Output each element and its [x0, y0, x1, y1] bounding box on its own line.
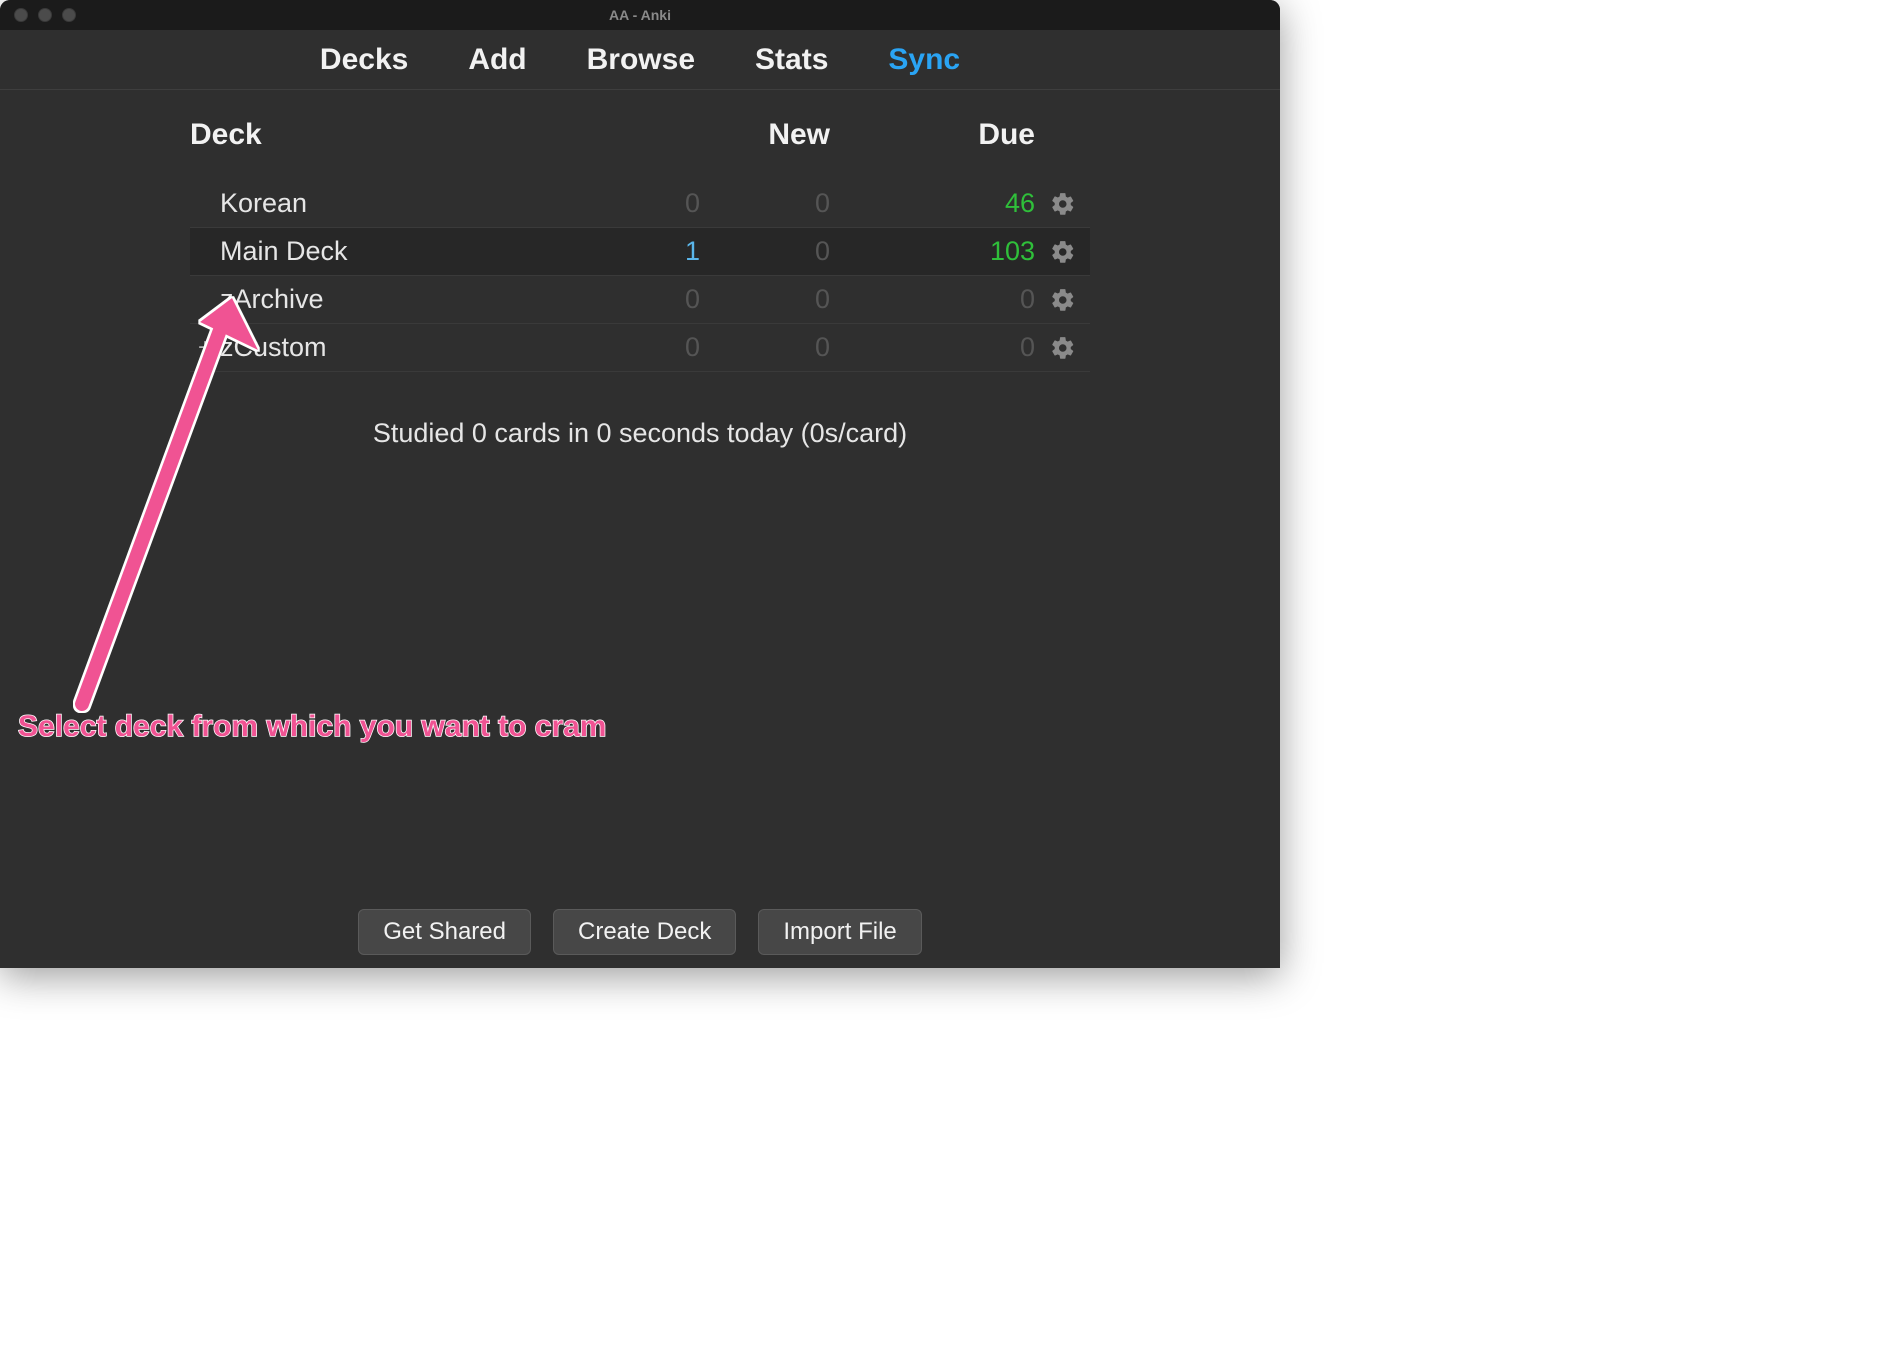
import-file-button[interactable]: Import File [758, 909, 921, 955]
header-new: New [700, 118, 830, 152]
create-deck-button[interactable]: Create Deck [553, 909, 736, 955]
gear-icon[interactable] [1050, 195, 1076, 212]
get-shared-button[interactable]: Get Shared [358, 909, 531, 955]
gear-icon[interactable] [1050, 291, 1076, 308]
deck-row[interactable]: zArchive000 [190, 276, 1090, 324]
deck-row[interactable]: Korean0046 [190, 180, 1090, 228]
deck-options-gear[interactable] [1035, 335, 1090, 361]
deck-new-count: 0 [570, 332, 700, 363]
deck-new-count: 0 [570, 188, 700, 219]
titlebar: AA - Anki [0, 0, 1280, 30]
deck-new-count: 1 [570, 236, 700, 267]
window-title: AA - Anki [0, 7, 1280, 23]
annotation-text: Select deck from which you want to cram [18, 710, 607, 744]
bottom-bar: Get Shared Create Deck Import File [0, 896, 1280, 968]
deck-options-gear[interactable] [1035, 287, 1090, 313]
deck-name[interactable]: Main Deck [220, 236, 570, 267]
deck-due-count: 0 [830, 332, 1035, 363]
deck-options-gear[interactable] [1035, 239, 1090, 265]
anki-window: AA - Anki Decks Add Browse Stats Sync De… [0, 0, 1280, 968]
deck-list-area: Deck New Due Korean0046Main Deck10103zAr… [190, 90, 1090, 449]
expand-toggle[interactable]: + [190, 334, 220, 362]
nav-sync[interactable]: Sync [888, 43, 960, 77]
deck-learn-count: 0 [700, 236, 830, 267]
gear-icon[interactable] [1050, 243, 1076, 260]
header-due: Due [830, 118, 1090, 152]
nav-stats[interactable]: Stats [755, 43, 828, 77]
deck-new-count: 0 [570, 284, 700, 315]
deck-due-count: 103 [830, 236, 1035, 267]
deck-row[interactable]: Main Deck10103 [190, 228, 1090, 276]
nav-browse[interactable]: Browse [587, 43, 695, 77]
deck-learn-count: 0 [700, 332, 830, 363]
top-nav: Decks Add Browse Stats Sync [0, 30, 1280, 90]
header-deck: Deck [190, 118, 700, 152]
gear-icon[interactable] [1050, 339, 1076, 356]
nav-decks[interactable]: Decks [320, 43, 408, 77]
deck-list-header: Deck New Due [190, 90, 1090, 180]
deck-learn-count: 0 [700, 188, 830, 219]
studied-summary: Studied 0 cards in 0 seconds today (0s/c… [190, 418, 1090, 449]
deck-options-gear[interactable] [1035, 191, 1090, 217]
deck-due-count: 0 [830, 284, 1035, 315]
deck-name[interactable]: zCustom [220, 332, 570, 363]
deck-due-count: 46 [830, 188, 1035, 219]
nav-add[interactable]: Add [468, 43, 526, 77]
deck-learn-count: 0 [700, 284, 830, 315]
deck-name[interactable]: zArchive [220, 284, 570, 315]
deck-rows: Korean0046Main Deck10103zArchive000+zCus… [190, 180, 1090, 372]
deck-name[interactable]: Korean [220, 188, 570, 219]
content-area: Deck New Due Korean0046Main Deck10103zAr… [0, 90, 1280, 449]
deck-row[interactable]: +zCustom000 [190, 324, 1090, 372]
